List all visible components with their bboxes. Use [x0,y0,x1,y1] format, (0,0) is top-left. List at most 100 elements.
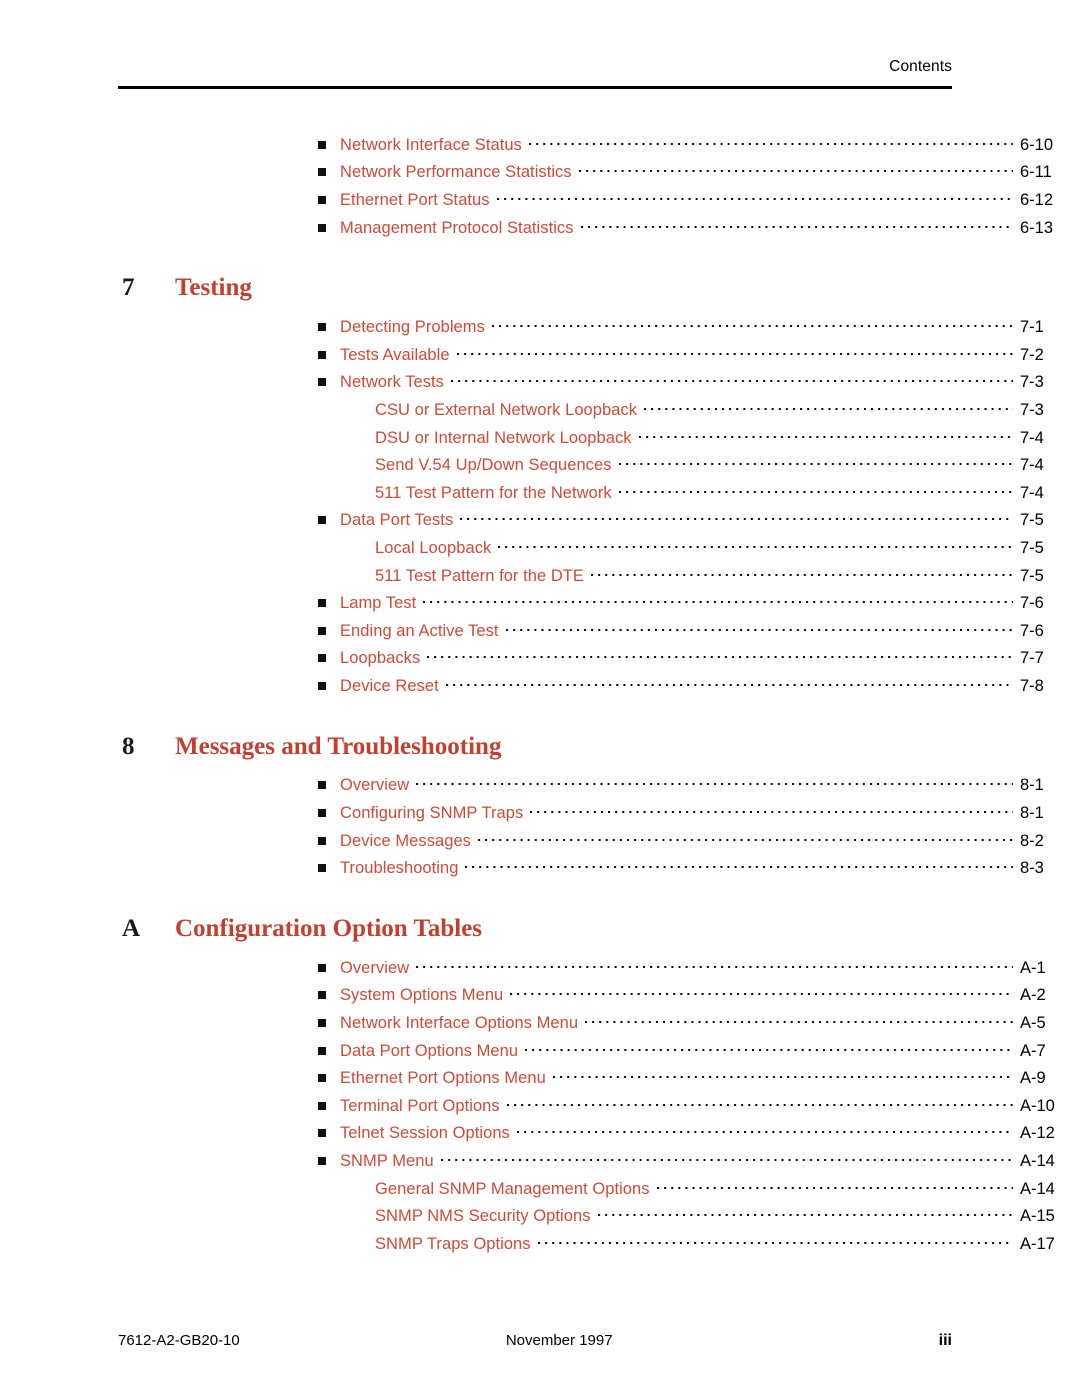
toc-entry[interactable]: Telnet Session Options A-12 [0,1121,1080,1149]
toc-entry[interactable]: Local Loopback 7-5 [0,535,1080,563]
dot-leader [552,1067,1013,1083]
dot-leader [537,1233,1013,1249]
toc-entry-title[interactable]: Ending an Active Test [340,622,499,641]
toc-entry-page-number: 7-2 [1020,345,1044,364]
toc-entry[interactable]: SNMP Traps Options A-17 [0,1231,1080,1259]
toc-entry-title[interactable]: Network Interface Options Menu [340,1014,578,1033]
square-bullet-glyph [318,195,326,204]
square-bullet-icon [318,370,340,398]
toc-entry-title[interactable]: Overview [340,959,409,978]
toc-entry-page-number: 7-5 [1020,511,1044,530]
dot-leader [644,399,1013,415]
indent-spacer [318,535,375,563]
dot-leader [506,1095,1013,1111]
square-bullet-glyph [318,599,326,608]
toc-entry-title[interactable]: SNMP Menu [340,1152,434,1171]
page-footer: 7612-A2-GB20-10 November 1997 iii [118,1332,952,1350]
toc-entry-title[interactable]: Ethernet Port Options Menu [340,1069,546,1088]
square-bullet-icon [318,187,340,215]
dot-leader [416,774,1013,790]
chapter-heading[interactable]: A Configuration Option Tables [0,916,1080,941]
toc-entry-page-number: 7-1 [1020,318,1044,337]
dot-leader [440,1150,1013,1166]
bullet-placeholder [318,1240,326,1248]
chapter-title: Testing [175,274,252,302]
toc-entry[interactable]: 511 Test Pattern for the Network 7-4 [0,480,1080,508]
toc-entry-title[interactable]: DSU or Internal Network Loopback [375,429,632,448]
toc-entry[interactable]: Ending an Active Test 7-6 [0,618,1080,646]
toc-entry[interactable]: System Options Menu A-2 [0,983,1080,1011]
square-bullet-icon [318,955,340,983]
square-bullet-glyph [318,378,326,387]
toc-entry-title[interactable]: 511 Test Pattern for the DTE [375,567,584,586]
square-bullet-icon [318,508,340,536]
bullet-placeholder [318,1212,326,1220]
document-page: Contents Network Interface Status 6-10 Net… [0,0,1080,1397]
square-bullet-glyph [318,323,326,332]
toc-entry[interactable]: Ethernet Port Status 6-12 [0,187,1080,215]
toc-entry-title[interactable]: Overview [340,776,409,795]
toc-entry-title[interactable]: Telnet Session Options [340,1124,510,1143]
toc-entry-title[interactable]: Terminal Port Options [340,1097,500,1116]
toc-entry-title[interactable]: CSU or External Network Loopback [375,401,637,420]
toc-entry[interactable]: Data Port Tests 7-5 [0,508,1080,536]
chapter-heading[interactable]: 7 Testing [0,275,1080,300]
toc-entry[interactable]: Tests Available 7-2 [0,342,1080,370]
toc-entry-title[interactable]: Network Interface Status [340,136,522,155]
toc-entry[interactable]: Management Protocol Statistics 6-13 [0,215,1080,243]
toc-entry-title[interactable]: Device Reset [340,677,439,696]
toc-entry-title[interactable]: 511 Test Pattern for the Network [375,484,612,503]
toc-entry-title[interactable]: SNMP NMS Security Options [375,1207,591,1226]
toc-entry[interactable]: CSU or External Network Loopback 7-3 [0,397,1080,425]
toc-entry[interactable]: General SNMP Management Options A-14 [0,1176,1080,1204]
dot-leader [505,620,1013,636]
toc-entry-title[interactable]: System Options Menu [340,986,503,1005]
toc-entry-title[interactable]: Local Loopback [375,539,491,558]
toc-entry-page-number: 7-3 [1020,400,1044,419]
toc-entry-title[interactable]: SNMP Traps Options [375,1235,531,1254]
toc-entry-title[interactable]: Network Performance Statistics [340,163,572,182]
toc-entry[interactable]: Loopbacks 7-7 [0,646,1080,674]
toc-entry[interactable]: Terminal Port Options A-10 [0,1093,1080,1121]
toc-entry[interactable]: 511 Test Pattern for the DTE 7-5 [0,563,1080,591]
toc-entry-title[interactable]: Device Messages [340,832,471,851]
toc-entry[interactable]: Network Performance Statistics 6-11 [0,160,1080,188]
toc-entry-title[interactable]: Management Protocol Statistics [340,219,574,238]
toc-entry-page-number: A-14 [1020,1179,1055,1198]
toc-entry-title[interactable]: Network Tests [340,373,444,392]
toc-entry[interactable]: Configuring SNMP Traps 8-1 [0,800,1080,828]
toc-entry-title[interactable]: Send V.54 Up/Down Sequences [375,456,612,475]
toc-entry[interactable]: SNMP Menu A-14 [0,1148,1080,1176]
toc-entry-title[interactable]: Troubleshooting [340,859,458,878]
toc-entry-title[interactable]: Data Port Tests [340,511,453,530]
toc-entry[interactable]: Data Port Options Menu A-7 [0,1038,1080,1066]
toc-entry[interactable]: Network Interface Status 6-10 [0,132,1080,160]
chapter-title: Messages and Troubleshooting [175,732,502,760]
toc-entry[interactable]: Network Interface Options Menu A-5 [0,1010,1080,1038]
toc-entry[interactable]: Troubleshooting 8-3 [0,855,1080,883]
toc-entry[interactable]: Overview A-1 [0,955,1080,983]
toc-entry-title[interactable]: Tests Available [340,346,450,365]
toc-entry[interactable]: Device Messages 8-2 [0,828,1080,856]
toc-entry[interactable]: Network Tests 7-3 [0,370,1080,398]
toc-entry-title[interactable]: Ethernet Port Status [340,191,490,210]
toc-entry[interactable]: DSU or Internal Network Loopback 7-4 [0,425,1080,453]
toc-entry-title[interactable]: Detecting Problems [340,318,485,337]
toc-entry-title[interactable]: Configuring SNMP Traps [340,804,523,823]
toc-entry[interactable]: Lamp Test 7-6 [0,590,1080,618]
toc-entry-title[interactable]: Lamp Test [340,594,416,613]
toc-entry[interactable]: Ethernet Port Options Menu A-9 [0,1065,1080,1093]
bullet-placeholder [318,461,326,469]
toc-entry-title[interactable]: Loopbacks [340,649,420,668]
toc-entry-title[interactable]: Data Port Options Menu [340,1042,518,1061]
toc-entry[interactable]: SNMP NMS Security Options A-15 [0,1203,1080,1231]
toc-entry[interactable]: Send V.54 Up/Down Sequences 7-4 [0,452,1080,480]
square-bullet-icon [318,342,340,370]
toc-entry-title[interactable]: General SNMP Management Options [375,1180,650,1199]
dot-leader [477,830,1013,846]
toc-entry[interactable]: Overview 8-1 [0,773,1080,801]
chapter-heading[interactable]: 8 Messages and Troubleshooting [0,734,1080,759]
toc-entry[interactable]: Detecting Problems 7-1 [0,314,1080,342]
toc-entry[interactable]: Device Reset 7-8 [0,673,1080,701]
toc-entry-page-number: 8-1 [1020,776,1044,795]
